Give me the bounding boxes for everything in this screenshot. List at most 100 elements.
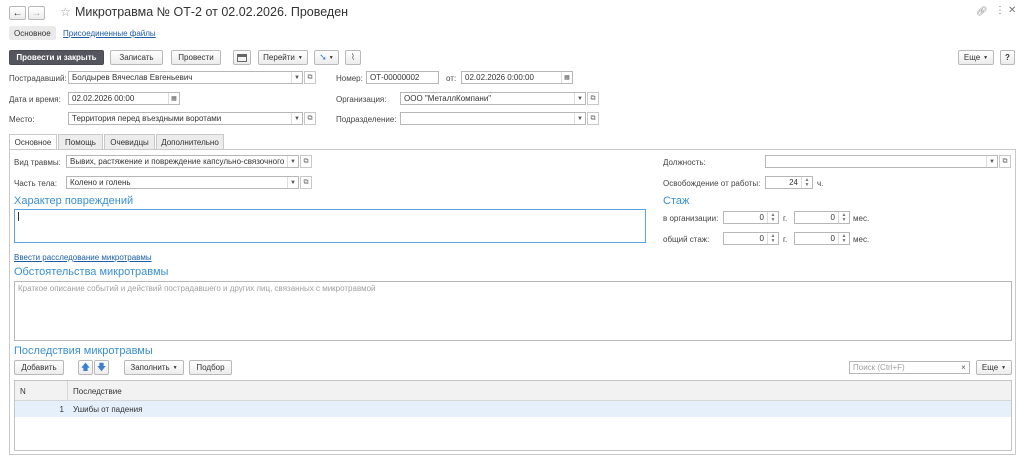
experience-section-title: Стаж xyxy=(663,195,690,207)
department-open-button[interactable]: ⧉ xyxy=(587,112,599,125)
department-label: Подразделение: xyxy=(336,115,397,124)
open-icon: ⧉ xyxy=(307,73,313,81)
arrow-left-icon: ← xyxy=(12,7,23,19)
datetime-label: Дата и время: xyxy=(9,95,61,104)
number-field[interactable]: ОТ-00000002 xyxy=(366,71,439,84)
forward-button[interactable]: → xyxy=(28,6,45,20)
place-open-button[interactable]: ⧉ xyxy=(304,112,316,125)
date-from-label: от: xyxy=(446,74,457,83)
column-header-n[interactable]: N xyxy=(20,387,26,396)
chevron-down-icon[interactable]: ▼ xyxy=(287,156,298,167)
window-title: Микротравма № ОТ-2 от 02.02.2026. Провед… xyxy=(75,5,349,19)
injury-type-open-button[interactable]: ⧉ xyxy=(300,155,312,168)
position-field[interactable]: ▼ xyxy=(765,155,998,168)
chevron-down-icon[interactable]: ▼ xyxy=(287,177,298,188)
arrow-down-icon: 🡇 xyxy=(96,361,107,372)
table-header: N Последствие xyxy=(15,381,1011,401)
tab-help[interactable]: Помощь xyxy=(58,134,103,149)
chevron-down-icon[interactable]: ▼ xyxy=(986,156,997,167)
column-header-consequence[interactable]: Последствие xyxy=(73,387,122,396)
nav-tab-main[interactable]: Основное xyxy=(9,26,56,40)
link-icon[interactable]: 🔗︎ xyxy=(976,6,987,17)
close-icon[interactable]: ✕ xyxy=(1008,5,1016,16)
pick-button[interactable]: Подбор xyxy=(189,360,232,375)
department-field[interactable]: ▼ xyxy=(400,112,586,125)
place-field[interactable]: Территория перед въездными воротами ▼ xyxy=(68,112,303,125)
add-button[interactable]: Добавить xyxy=(14,360,64,375)
column-divider xyxy=(67,381,68,401)
body-part-field[interactable]: Колено и голень ▼ xyxy=(66,176,299,189)
consequences-section-title: Последствия микротравмы xyxy=(14,345,153,357)
stepper-arrows-icon[interactable]: ▲ ▼ xyxy=(767,212,778,223)
years-unit: г. xyxy=(783,235,788,244)
kebab-menu-icon[interactable]: ⋮ xyxy=(995,5,1005,16)
experience-total-months-stepper[interactable]: 0 ▲ ▼ xyxy=(794,232,850,245)
attach-button[interactable]: ⌇ xyxy=(345,50,361,65)
organization-open-button[interactable]: ⧉ xyxy=(587,92,599,105)
victim-label: Пострадавший: xyxy=(9,74,67,83)
victim-open-button[interactable]: ⧉ xyxy=(304,71,316,84)
table-row[interactable]: 1 Ушибы от падения xyxy=(15,401,1011,417)
tab-additional[interactable]: Дополнительно xyxy=(156,134,224,149)
post-button[interactable]: Провести xyxy=(171,50,221,65)
move-down-button[interactable]: 🡇 xyxy=(94,360,109,375)
help-button[interactable]: ? xyxy=(1000,50,1015,65)
save-button[interactable]: Записать xyxy=(110,50,163,65)
post-and-close-button[interactable]: Провести и закрыть xyxy=(9,50,104,65)
text-cursor xyxy=(18,212,19,221)
stepper-arrows-icon[interactable]: ▲ ▼ xyxy=(801,177,812,188)
experience-org-years-stepper[interactable]: 0 ▲ ▼ xyxy=(723,211,779,224)
move-up-button[interactable]: 🡅 xyxy=(78,360,93,375)
chevron-down-icon[interactable]: ▼ xyxy=(574,113,585,124)
release-hours-stepper[interactable]: 24 ▲ ▼ xyxy=(765,176,813,189)
datetime-field[interactable]: 02.02.2026 00:00 ▦ xyxy=(68,92,180,105)
body-part-open-button[interactable]: ⧉ xyxy=(300,176,312,189)
experience-org-months-stepper[interactable]: 0 ▲ ▼ xyxy=(794,211,850,224)
chevron-down-icon: ▼ xyxy=(172,364,178,371)
chevron-down-icon[interactable]: ▼ xyxy=(574,93,585,104)
investigation-link[interactable]: Ввести расследование микротравмы xyxy=(14,253,152,262)
damage-section-title: Характер повреждений xyxy=(14,195,134,207)
nav-tab-files[interactable]: Присоединенные файлы xyxy=(63,29,156,38)
tab-main[interactable]: Основное xyxy=(9,134,57,150)
experience-total-label: общий стаж: xyxy=(663,235,710,244)
circumstances-textarea[interactable]: Краткое описание событий и действий пост… xyxy=(14,281,1012,341)
chevron-down-icon: ▼ xyxy=(297,54,303,61)
print-table-button[interactable] xyxy=(233,50,251,65)
injury-type-label: Вид травмы: xyxy=(14,158,61,167)
circumstances-section-title: Обстоятельства микротравмы xyxy=(14,266,169,278)
more-button[interactable]: Еще ▼ xyxy=(958,50,994,65)
open-icon: ⧉ xyxy=(1002,157,1008,165)
chevron-down-icon[interactable]: ▼ xyxy=(291,72,302,83)
fill-button[interactable]: Заполнить ▼ xyxy=(124,360,184,375)
position-open-button[interactable]: ⧉ xyxy=(999,155,1011,168)
clear-icon[interactable]: × xyxy=(958,362,969,373)
organization-label: Организация: xyxy=(336,95,387,104)
experience-total-years-stepper[interactable]: 0 ▲ ▼ xyxy=(723,232,779,245)
stepper-arrows-icon[interactable]: ▲ ▼ xyxy=(838,233,849,244)
back-button[interactable]: ← xyxy=(9,6,26,20)
table-icon xyxy=(237,53,247,62)
search-input[interactable]: Поиск (Ctrl+F) × xyxy=(849,361,970,374)
calendar-icon[interactable]: ▦ xyxy=(561,72,572,83)
tab-witnesses[interactable]: Очевидцы xyxy=(104,134,155,149)
damage-textarea[interactable] xyxy=(14,209,646,243)
chevron-down-icon: ▼ xyxy=(1001,364,1007,371)
open-icon: ⧉ xyxy=(590,94,596,102)
years-unit: г. xyxy=(783,214,788,223)
paperclip-icon: ⌇ xyxy=(350,52,356,62)
chevron-down-icon[interactable]: ▼ xyxy=(291,113,302,124)
document-arrow-icon: ➘ xyxy=(319,52,327,62)
stepper-arrows-icon[interactable]: ▲ ▼ xyxy=(767,233,778,244)
table-more-button[interactable]: Еще ▼ xyxy=(976,360,1012,375)
injury-type-field[interactable]: Вывих, растяжение и повреждение капсульн… xyxy=(66,155,299,168)
organization-field[interactable]: ООО "МеталлКомпани" ▼ xyxy=(400,92,586,105)
release-unit: ч. xyxy=(817,179,824,188)
stepper-arrows-icon[interactable]: ▲ ▼ xyxy=(838,212,849,223)
calendar-icon[interactable]: ▦ xyxy=(168,93,179,104)
date-from-field[interactable]: 02.02.2026 0:00:00 ▦ xyxy=(461,71,573,84)
star-icon[interactable]: ☆ xyxy=(60,5,71,19)
create-based-on-button[interactable]: ➘ ▼ xyxy=(314,50,339,65)
victim-field[interactable]: Болдырев Вячеслав Евгеньевич ▼ xyxy=(68,71,303,84)
goto-button[interactable]: Перейти ▼ xyxy=(258,50,308,65)
